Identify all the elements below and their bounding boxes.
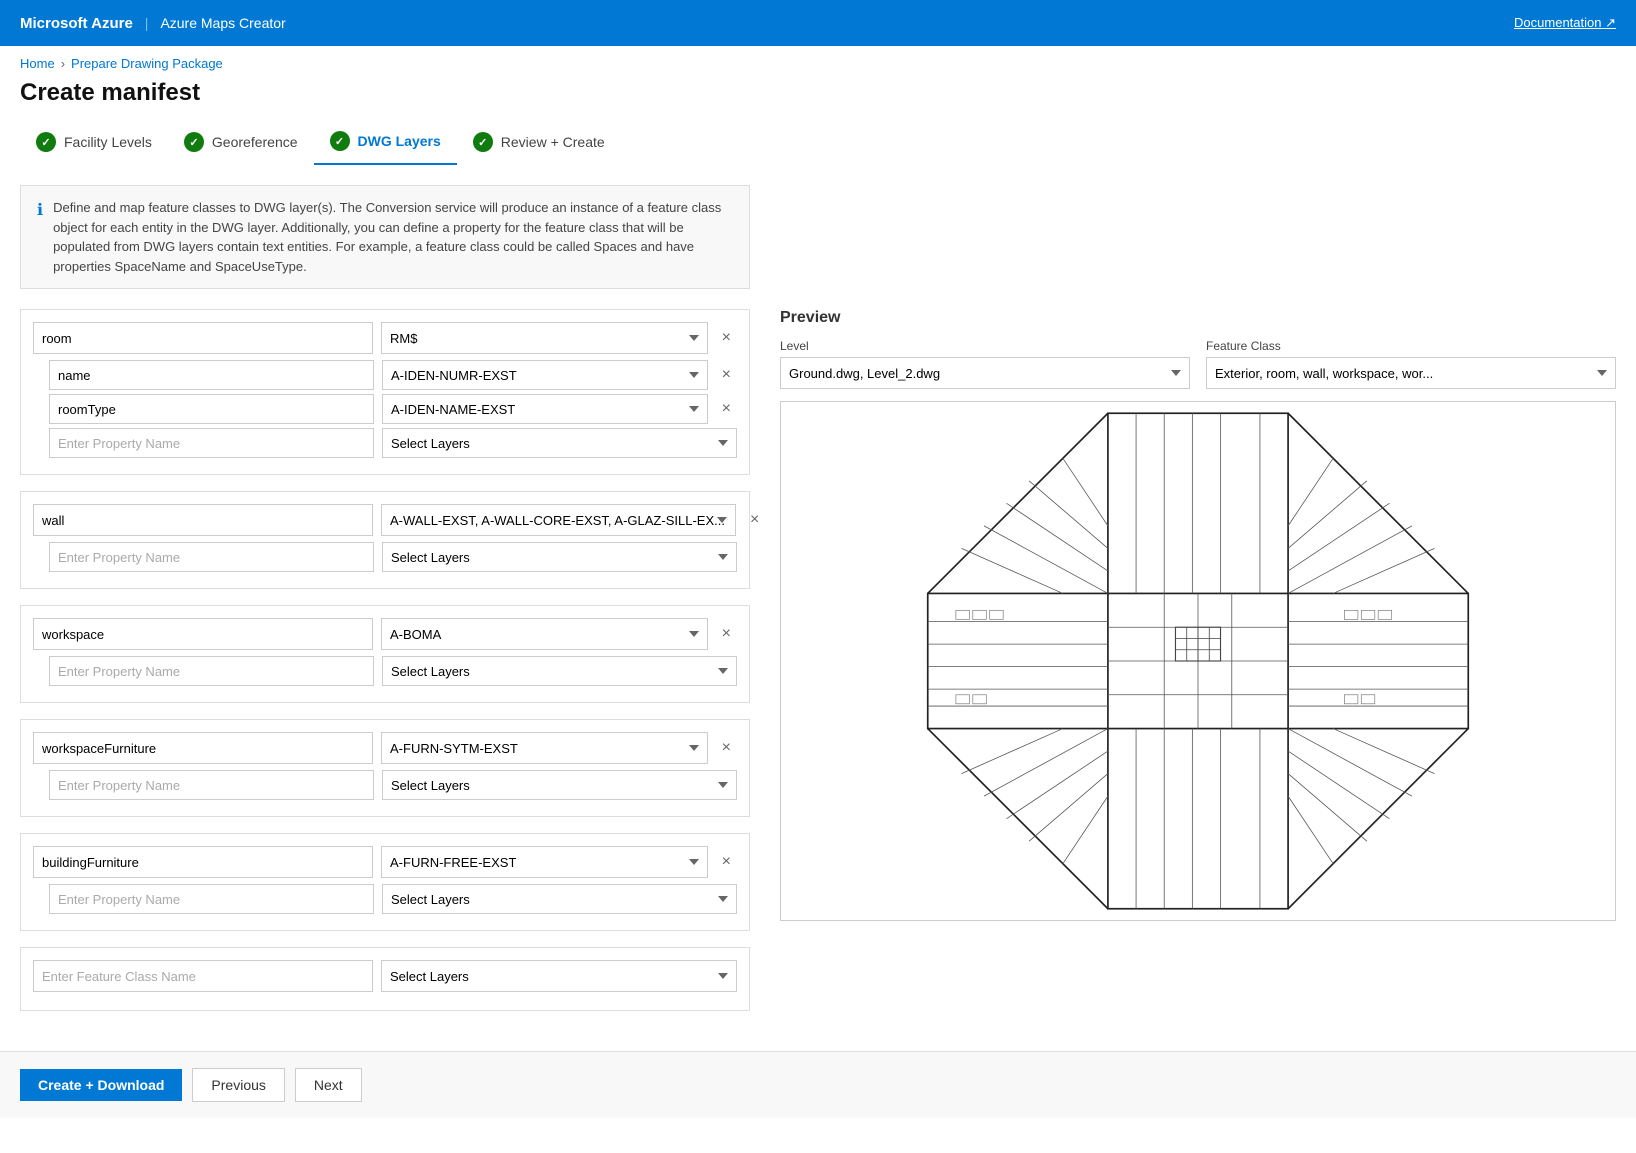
app-label: Azure Maps Creator (160, 15, 285, 31)
feature-block-room: RM$ × A-IDEN-NUMR-EXST × A-IDEN-NAME-EXS… (20, 309, 750, 475)
info-text: Define and map feature classes to DWG la… (53, 198, 733, 276)
breadcrumb-current[interactable]: Prepare Drawing Package (71, 56, 223, 71)
feature-block-new: Select Layers (20, 947, 750, 1011)
prop-layer-name[interactable]: A-IDEN-NUMR-EXST (382, 360, 708, 390)
property-row-roomtype: A-IDEN-NAME-EXST × (33, 394, 737, 424)
feature-row-new: Select Layers (33, 960, 737, 992)
prop-name-wall-new[interactable] (49, 542, 374, 572)
step-label-geo: Georeference (212, 134, 298, 150)
breadcrumb-separator: › (61, 56, 65, 71)
level-label: Level (780, 339, 1190, 353)
property-row-name: A-IDEN-NUMR-EXST × (33, 360, 737, 390)
feature-layer-wall[interactable]: A-WALL-EXST, A-WALL-CORE-EXST, A-GLAZ-SI… (381, 504, 736, 536)
step-icon-dwg (330, 131, 350, 151)
prop-name-room-new[interactable] (49, 428, 374, 458)
feature-name-buildingfurniture[interactable] (33, 846, 373, 878)
feature-name-workspacefurniture[interactable] (33, 732, 373, 764)
remove-prop-name-btn[interactable]: × (716, 364, 737, 386)
feature-row-buildingfurniture: A-FURN-FREE-EXST × (33, 846, 737, 878)
preview-panel: Preview Level Ground.dwg, Level_2.dwg Fe… (780, 309, 1616, 1027)
main-layout: RM$ × A-IDEN-NUMR-EXST × A-IDEN-NAME-EXS… (0, 309, 1636, 1027)
step-label-review: Review + Create (501, 134, 605, 150)
floor-plan (780, 401, 1616, 921)
feature-name-workspace[interactable] (33, 618, 373, 650)
breadcrumb-home[interactable]: Home (20, 56, 55, 71)
floor-plan-svg (781, 402, 1615, 920)
property-row-buildingfurniture-empty: Select Layers (33, 884, 737, 914)
level-control: Level Ground.dwg, Level_2.dwg (780, 339, 1190, 389)
create-download-btn[interactable]: Create + Download (20, 1069, 182, 1101)
feature-row-room: RM$ × (33, 322, 737, 354)
prop-name-roomtype[interactable] (49, 394, 374, 424)
property-row-workspacefurniture-empty: Select Layers (33, 770, 737, 800)
feature-block-workspacefurniture: A-FURN-SYTM-EXST × Select Layers (20, 719, 750, 817)
step-facility-levels[interactable]: Facility Levels (20, 124, 168, 164)
feature-layer-workspacefurniture[interactable]: A-FURN-SYTM-EXST (381, 732, 708, 764)
preview-title: Preview (780, 309, 1616, 327)
feature-class-control: Feature Class Exterior, room, wall, work… (1206, 339, 1616, 389)
wizard-steps: Facility Levels Georeference DWG Layers … (0, 123, 1636, 185)
remove-buildingfurniture-btn[interactable]: × (716, 852, 737, 872)
breadcrumb: Home › Prepare Drawing Package (0, 46, 1636, 75)
previous-btn[interactable]: Previous (192, 1068, 284, 1102)
left-form: RM$ × A-IDEN-NUMR-EXST × A-IDEN-NAME-EXS… (20, 309, 750, 1027)
prop-name-name[interactable] (49, 360, 374, 390)
page-title: Create manifest (0, 75, 1636, 123)
step-icon-review (473, 132, 493, 152)
feature-class-label: Feature Class (1206, 339, 1616, 353)
feature-row-wall: A-WALL-EXST, A-WALL-CORE-EXST, A-GLAZ-SI… (33, 504, 737, 536)
nav-divider: | (145, 15, 149, 31)
prop-layer-roomtype[interactable]: A-IDEN-NAME-EXST (382, 394, 708, 424)
feature-layer-new[interactable]: Select Layers (381, 960, 737, 992)
prop-name-workspacefurniture-new[interactable] (49, 770, 374, 800)
property-row-room-empty: Select Layers (33, 428, 737, 458)
step-label-dwg: DWG Layers (358, 133, 441, 149)
feature-name-new[interactable] (33, 960, 373, 992)
feature-layer-buildingfurniture[interactable]: A-FURN-FREE-EXST (381, 846, 708, 878)
feature-block-wall: A-WALL-EXST, A-WALL-CORE-EXST, A-GLAZ-SI… (20, 491, 750, 589)
prop-layer-workspacefurniture-new[interactable]: Select Layers (382, 770, 737, 800)
step-icon-geo (184, 132, 204, 152)
feature-row-workspace: A-BOMA × (33, 618, 737, 650)
feature-layer-room[interactable]: RM$ (381, 322, 708, 354)
info-icon: ℹ (37, 199, 43, 276)
prop-name-workspace-new[interactable] (49, 656, 374, 686)
info-box: ℹ Define and map feature classes to DWG … (20, 185, 750, 289)
step-label-facility: Facility Levels (64, 134, 152, 150)
step-georeference[interactable]: Georeference (168, 124, 314, 164)
prop-layer-buildingfurniture-new[interactable]: Select Layers (382, 884, 737, 914)
property-row-workspace-empty: Select Layers (33, 656, 737, 686)
prop-name-buildingfurniture-new[interactable] (49, 884, 374, 914)
top-nav: Microsoft Azure | Azure Maps Creator Doc… (0, 0, 1636, 46)
level-select[interactable]: Ground.dwg, Level_2.dwg (780, 357, 1190, 389)
feature-name-room[interactable] (33, 322, 373, 354)
prop-layer-workspace-new[interactable]: Select Layers (382, 656, 737, 686)
feature-block-buildingfurniture: A-FURN-FREE-EXST × Select Layers (20, 833, 750, 931)
brand-label: Microsoft Azure (20, 15, 133, 32)
feature-class-select[interactable]: Exterior, room, wall, workspace, wor... (1206, 357, 1616, 389)
remove-workspacefurniture-btn[interactable]: × (716, 738, 737, 758)
feature-layer-workspace[interactable]: A-BOMA (381, 618, 708, 650)
step-dwg-layers[interactable]: DWG Layers (314, 123, 457, 165)
preview-controls: Level Ground.dwg, Level_2.dwg Feature Cl… (780, 339, 1616, 389)
remove-wall-btn[interactable]: × (744, 510, 765, 530)
next-btn[interactable]: Next (295, 1068, 362, 1102)
prop-layer-room-new[interactable]: Select Layers (382, 428, 737, 458)
remove-room-btn[interactable]: × (716, 328, 737, 348)
step-icon-facility (36, 132, 56, 152)
property-row-wall-empty: Select Layers (33, 542, 737, 572)
remove-prop-roomtype-btn[interactable]: × (716, 398, 737, 420)
step-review[interactable]: Review + Create (457, 124, 621, 164)
feature-block-workspace: A-BOMA × Select Layers (20, 605, 750, 703)
bottom-bar: Create + Download Previous Next (0, 1051, 1636, 1118)
documentation-link[interactable]: Documentation ↗ (1514, 15, 1616, 31)
feature-row-workspacefurniture: A-FURN-SYTM-EXST × (33, 732, 737, 764)
remove-workspace-btn[interactable]: × (716, 624, 737, 644)
feature-name-wall[interactable] (33, 504, 373, 536)
prop-layer-wall-new[interactable]: Select Layers (382, 542, 737, 572)
